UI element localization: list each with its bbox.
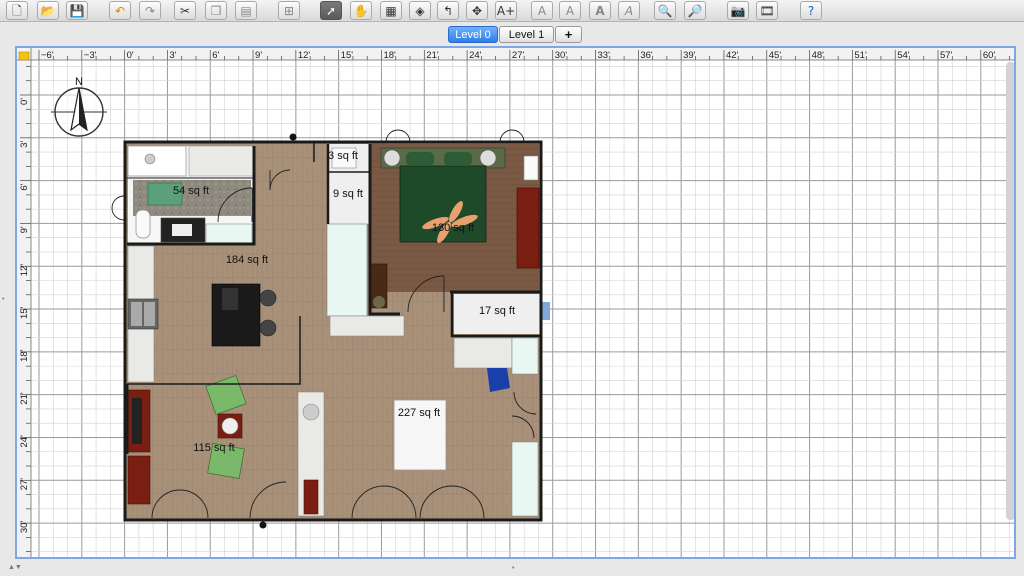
- ruler-label-left: 12': [19, 264, 30, 277]
- ruler-label-top: −3': [84, 50, 97, 61]
- bathtub: [127, 145, 187, 177]
- redo-icon[interactable]: ↷: [139, 1, 161, 20]
- decrease-text-size-icon[interactable]: A: [559, 1, 581, 20]
- ruler-label-top: 0': [127, 50, 134, 61]
- status-bar: ▲▼ •: [0, 562, 1024, 576]
- ruler-label-top: −6': [41, 50, 54, 61]
- ruler-label-left: 6': [19, 183, 30, 190]
- ruler-label-top: 39': [683, 50, 696, 61]
- ruler-label-top: 51': [854, 50, 867, 61]
- ruler-label-left: 15': [19, 306, 30, 319]
- ruler-label-top: 6': [212, 50, 219, 61]
- ruler-label-top: 21': [426, 50, 439, 61]
- bar-stool: [259, 319, 277, 337]
- compass-north-label: N: [75, 76, 83, 88]
- tab-level-0[interactable]: Level 0: [448, 26, 498, 43]
- ruler-label-top: 48': [812, 50, 825, 61]
- select-mode-icon[interactable]: ➚: [320, 1, 342, 20]
- closet-cabinet: [326, 223, 368, 317]
- ruler-label-left: 3': [19, 141, 30, 148]
- desk: [453, 337, 513, 369]
- hall-counter: [329, 315, 405, 337]
- room-area-label: 54 sq ft: [173, 185, 209, 197]
- zoom-out-icon[interactable]: 🔎: [684, 1, 706, 20]
- ruler-label-top: 30': [555, 50, 568, 61]
- room-area-label: 17 sq ft: [479, 305, 515, 317]
- floor-plan: 54 sq ft 184 sq ft 9 sq ft 3 sq ft 130 s…: [111, 129, 550, 529]
- bedroom-rug: [516, 187, 540, 269]
- ruler-label-left: 27': [19, 478, 30, 491]
- ruler-label-top: 33': [598, 50, 611, 61]
- plan-canvas[interactable]: −6' −3' 0' 3' 6' 9' 12' 15' 18' 21' 24' 27' 30' 33' 36…: [17, 48, 1016, 559]
- create-walls-icon[interactable]: ▦: [380, 1, 402, 20]
- create-photo-icon[interactable]: 📷: [727, 1, 749, 20]
- ruler-label-top: 42': [726, 50, 739, 61]
- new-home-icon[interactable]: 🗋: [6, 1, 28, 20]
- create-dimensions-icon[interactable]: ✥: [466, 1, 488, 20]
- wall-marker: [289, 133, 297, 141]
- main-toolbar: 🗋 📂 💾 ↶ ↷ ✂ ❐ ▤ ⊞ ➚ ✋ ▦ ◈ ↰ ✥ A+ A A A A…: [0, 0, 1024, 22]
- side-splitter-handle-icon[interactable]: •: [2, 296, 4, 303]
- ruler-label-top: 36': [640, 50, 653, 61]
- room-area-label: 227 sq ft: [398, 407, 440, 419]
- paste-icon[interactable]: ▤: [235, 1, 257, 20]
- bold-text-icon[interactable]: A: [589, 1, 611, 20]
- ruler-label-left: 30': [19, 521, 30, 534]
- copy-icon[interactable]: ❐: [205, 1, 227, 20]
- room-area-label: 115 sq ft: [193, 442, 234, 454]
- toilet: [135, 209, 151, 239]
- save-icon[interactable]: 💾: [66, 1, 88, 20]
- vertical-scrollbar[interactable]: [1006, 62, 1015, 520]
- ruler-label-top: 24': [469, 50, 482, 61]
- ruler-label-left: 21': [19, 392, 30, 405]
- ruler-label-left: 9': [19, 226, 30, 233]
- compass[interactable]: N: [51, 76, 107, 137]
- chair: [487, 368, 510, 392]
- add-text-icon[interactable]: A+: [495, 1, 517, 20]
- add-level-button[interactable]: +: [555, 26, 582, 43]
- ruler-label-top: 54': [897, 50, 910, 61]
- create-polylines-icon[interactable]: ↰: [437, 1, 459, 20]
- room-area-label: 130 sq ft: [432, 222, 474, 234]
- open-icon[interactable]: 📂: [37, 1, 59, 20]
- create-rooms-icon[interactable]: ◈: [409, 1, 431, 20]
- storage-cabinet: [511, 441, 539, 517]
- italic-text-icon[interactable]: A: [618, 1, 640, 20]
- bathroom-counter: [188, 145, 254, 177]
- ruler-label-top: 15': [341, 50, 354, 61]
- room-area-label: 184 sq ft: [226, 254, 268, 266]
- wall-marker: [259, 521, 267, 529]
- bath-cabinet: [205, 223, 253, 245]
- ruler-label-top: 57': [940, 50, 953, 61]
- add-furniture-icon[interactable]: ⊞: [278, 1, 300, 20]
- ruler-label-top: 60': [983, 50, 996, 61]
- help-icon[interactable]: ?: [800, 1, 822, 20]
- tab-level-1[interactable]: Level 1: [499, 26, 554, 43]
- ruler-label-top: 9': [255, 50, 262, 61]
- ruler-label-left: 18': [19, 349, 30, 362]
- increase-text-size-icon[interactable]: A: [531, 1, 553, 20]
- pan-mode-icon[interactable]: ✋: [350, 1, 372, 20]
- splitter-handle-icon[interactable]: •: [512, 565, 514, 572]
- ruler-label-left: 24': [19, 435, 30, 448]
- room-area-label: 9 sq ft: [333, 188, 363, 200]
- ruler-label-top: 12': [298, 50, 311, 61]
- create-video-icon[interactable]: 🎞: [756, 1, 778, 20]
- room-area-label: 3 sq ft: [328, 150, 358, 162]
- zoom-in-icon[interactable]: 🔍: [654, 1, 676, 20]
- bar-stool: [259, 289, 277, 307]
- cut-icon[interactable]: ✂: [174, 1, 196, 20]
- plan-view[interactable]: −6' −3' 0' 3' 6' 9' 12' 15' 18' 21' 24' 27' 30' 33' 36…: [15, 46, 1016, 559]
- ruler-label-top: 3': [169, 50, 176, 61]
- splitter-arrows-icon[interactable]: ▲▼: [8, 564, 22, 571]
- ruler-corner-marker: [18, 51, 30, 61]
- level-tabs: Level 0 Level 1 +: [0, 24, 1024, 44]
- ruler-label-top: 27': [512, 50, 525, 61]
- undo-icon[interactable]: ↶: [109, 1, 131, 20]
- ruler-label-left: 0': [19, 98, 30, 105]
- ruler-label-top: 45': [769, 50, 782, 61]
- ruler-label-top: 18': [383, 50, 396, 61]
